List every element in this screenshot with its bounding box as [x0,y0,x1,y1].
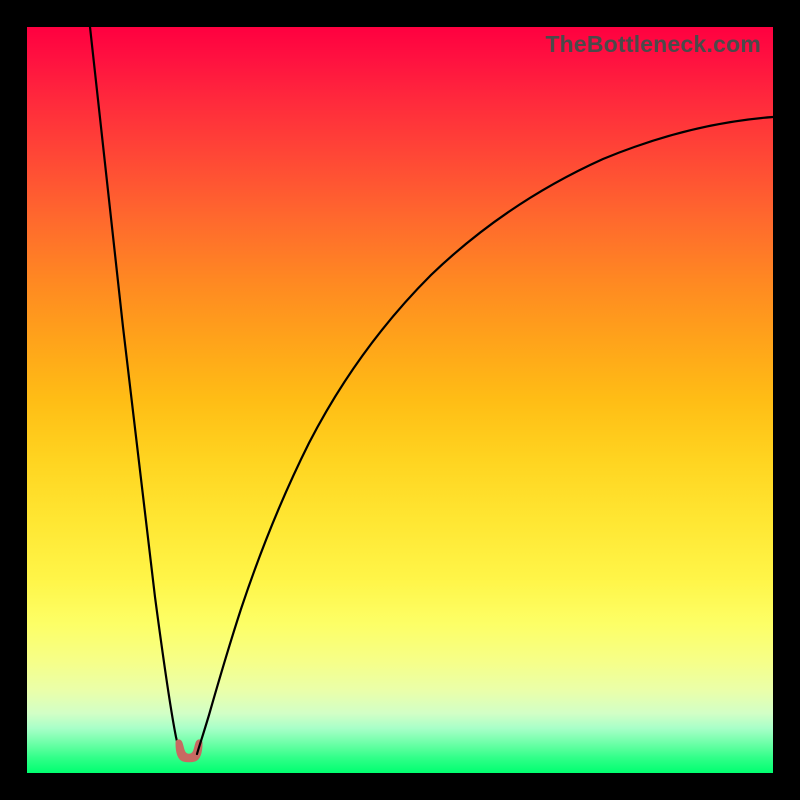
curve-right-branch [197,117,773,754]
plot-area: TheBottleneck.com [27,27,773,773]
bottleneck-curve [27,27,773,773]
outer-frame: TheBottleneck.com [0,0,800,800]
curve-left-branch [90,27,180,754]
